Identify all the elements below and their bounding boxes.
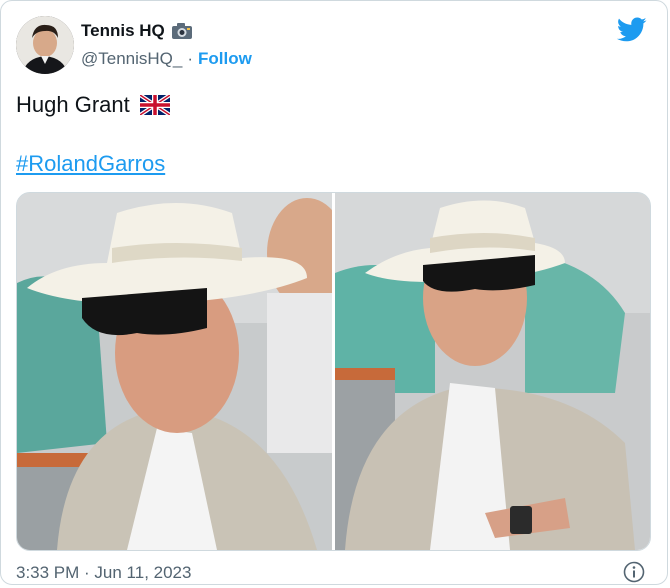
tweet-text-content: Hugh Grant [16,92,130,117]
photo-1[interactable] [17,193,332,550]
twitter-bird-icon[interactable] [616,17,647,43]
display-name[interactable]: Tennis HQ [81,21,165,41]
avatar[interactable] [16,16,74,74]
photo-2[interactable] [335,193,650,550]
uk-flag-icon [138,93,171,117]
tweet-card: Tennis HQ @TennisHQ_ · Follow Hugh Grant [0,0,668,585]
handle-row: @TennisHQ_ · Follow [81,49,252,69]
handle[interactable]: @TennisHQ_ [81,49,182,69]
info-icon[interactable] [623,561,645,583]
tweet-text: Hugh Grant [16,92,171,118]
follow-button[interactable]: Follow [198,49,252,69]
author-name-row: Tennis HQ [81,21,193,41]
camera-icon [171,22,193,40]
hashtag-link[interactable]: #RolandGarros [16,151,165,177]
media-grid [16,192,651,551]
separator: · [187,49,194,68]
timestamp[interactable]: 3:33 PM · Jun 11, 2023 [16,563,191,583]
avatar-image [16,16,74,74]
